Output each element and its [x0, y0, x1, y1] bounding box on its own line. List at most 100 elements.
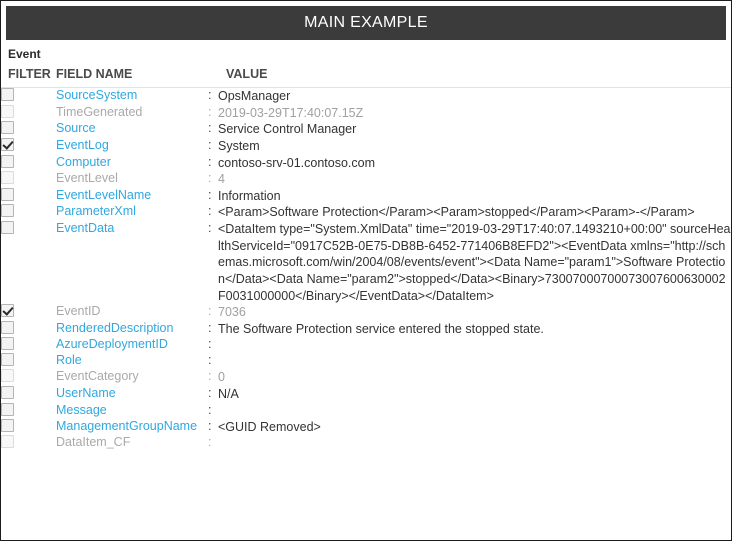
table-row: EventLevel:4: [1, 171, 731, 188]
filter-checkbox[interactable]: [1, 304, 14, 318]
filter-cell: [1, 369, 56, 386]
table-row: SourceSystem: OpsManager: [1, 88, 731, 105]
table-row: Computer: contoso-srv-01.contoso.com: [1, 154, 731, 172]
table-header-row: FILTER FIELD NAME VALUE: [1, 65, 731, 88]
table-row: Role:: [1, 353, 731, 369]
field-name-link[interactable]: Message: [56, 403, 208, 419]
field-separator: :: [208, 171, 212, 186]
field-name-link[interactable]: UserName: [56, 386, 208, 403]
field-value: System: [218, 138, 260, 153]
field-name-link: DataItem_CF: [56, 435, 131, 450]
filter-cell: [1, 154, 56, 172]
field-separator: :: [208, 137, 212, 152]
field-name-link[interactable]: SourceSystem: [56, 88, 208, 105]
table-row: Message:: [1, 402, 731, 419]
filter-checkbox[interactable]: [1, 418, 14, 432]
filter-checkbox[interactable]: [1, 204, 14, 218]
table-row: RenderedDescription: The Software Protect…: [1, 320, 731, 338]
filter-checkbox[interactable]: [1, 171, 14, 185]
filter-checkbox[interactable]: [1, 104, 14, 118]
filter-checkbox[interactable]: [1, 221, 14, 234]
field-name-link[interactable]: EventLog: [56, 138, 208, 155]
field-value: 7036: [218, 305, 246, 320]
filter-cell: [1, 88, 56, 105]
field-name-link[interactable]: Source: [56, 121, 208, 138]
field-separator: :: [208, 104, 212, 119]
filter-cell: [1, 121, 56, 138]
column-header-filter: FILTER: [1, 65, 56, 88]
table-row: EventCategory:0: [1, 369, 731, 386]
field-separator: :: [208, 304, 212, 319]
field-value: The Software Protection service entered …: [218, 321, 544, 336]
field-name-link: EventID: [56, 304, 101, 319]
page-title: MAIN EXAMPLE: [304, 14, 428, 31]
field-name-link[interactable]: RenderedDescription: [56, 321, 208, 338]
field-separator: :: [208, 121, 212, 136]
field-name-link: TimeGenerated: [56, 104, 143, 119]
field-value: [218, 435, 731, 451]
field-separator: :: [208, 187, 212, 202]
field-name-link[interactable]: Role: [56, 353, 208, 369]
filter-cell: [1, 137, 56, 155]
field-value: 4: [218, 172, 225, 187]
field-separator: :: [208, 337, 212, 352]
field-separator: :: [208, 221, 212, 235]
section-label: Event: [8, 47, 41, 61]
table-row: AzureDeploymentID:: [1, 337, 731, 353]
filter-cell: [1, 187, 56, 205]
table-row: UserName: N/A: [1, 386, 731, 403]
filter-cell: [1, 435, 56, 451]
table-row: ParameterXml: <Param>Software Protection<…: [1, 204, 731, 221]
field-name-link: EventLevel: [56, 171, 118, 186]
filter-checkbox[interactable]: [1, 88, 14, 101]
field-separator: :: [208, 402, 212, 417]
table-row: ManagementGroupName: <GUID Removed>: [1, 418, 731, 436]
filter-checkbox[interactable]: [1, 320, 14, 334]
filter-checkbox[interactable]: [1, 386, 14, 399]
field-value: Information: [218, 188, 281, 203]
filter-cell: [1, 386, 56, 403]
table-row: EventLevelName: Information: [1, 187, 731, 205]
window-title-bar: MAIN EXAMPLE: [6, 6, 726, 40]
field-value: OpsManager: [218, 89, 291, 103]
column-header-value: VALUE: [218, 65, 731, 88]
field-separator: :: [208, 204, 212, 219]
field-separator: :: [208, 418, 212, 433]
filter-cell: [1, 171, 56, 188]
field-name-link[interactable]: AzureDeploymentID: [56, 337, 208, 353]
column-header-spacer: [208, 65, 218, 88]
field-separator: :: [208, 88, 212, 102]
field-separator: :: [208, 320, 212, 335]
filter-checkbox[interactable]: [1, 154, 14, 168]
filter-checkbox[interactable]: [1, 369, 14, 383]
filter-cell: [1, 221, 56, 304]
filter-cell: [1, 104, 56, 122]
filter-checkbox[interactable]: [1, 187, 14, 201]
field-name-link[interactable]: EventLevelName: [56, 188, 208, 205]
field-name-link[interactable]: EventData: [56, 221, 208, 304]
field-value: Service Control Manager: [218, 122, 357, 137]
filter-checkbox[interactable]: [1, 337, 14, 351]
filter-cell: [1, 353, 56, 369]
filter-checkbox[interactable]: [1, 353, 14, 367]
filter-checkbox[interactable]: [1, 435, 14, 449]
table-row: DataItem_CF:: [1, 435, 731, 451]
column-header-field-name: FIELD NAME: [56, 65, 208, 88]
event-details-window: MAIN EXAMPLE Event FILTER FIELD NAME VAL…: [0, 0, 732, 541]
event-fields-body: SourceSystem: OpsManager TimeGenerated:201…: [1, 88, 731, 452]
field-value: <GUID Removed>: [218, 419, 321, 434]
field-name-link[interactable]: ParameterXml: [56, 204, 208, 221]
field-name-link[interactable]: ManagementGroupName: [56, 419, 208, 436]
table-row: TimeGenerated:2019-03-29T17:40:07.15Z: [1, 104, 731, 122]
table-row: EventData: <DataItem type="System.XmlData…: [1, 221, 731, 304]
field-value: N/A: [218, 387, 239, 401]
field-value: [218, 403, 731, 419]
table-row: EventID:7036: [1, 304, 731, 321]
filter-checkbox[interactable]: [1, 121, 14, 135]
field-separator: :: [208, 369, 212, 384]
field-value: <DataItem type="System.XmlData" time="20…: [218, 222, 731, 303]
filter-checkbox[interactable]: [1, 137, 14, 151]
table-row: Source: Service Control Manager: [1, 121, 731, 138]
field-name-link[interactable]: Computer: [56, 155, 208, 172]
filter-checkbox[interactable]: [1, 402, 14, 416]
